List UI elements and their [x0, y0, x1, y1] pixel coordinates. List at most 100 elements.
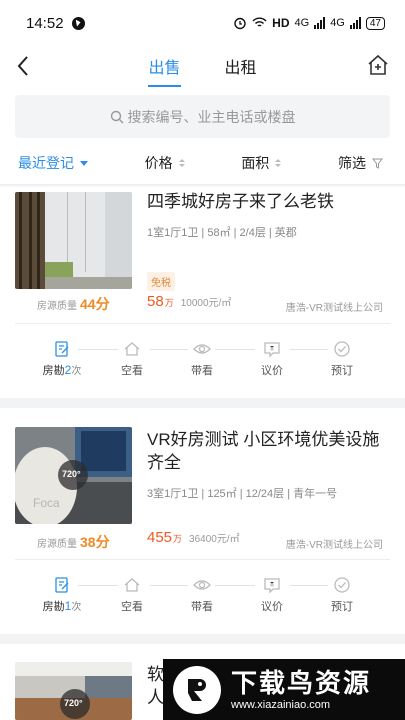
negotiate-label: 议价	[261, 365, 283, 377]
top-nav: 出售 出租	[0, 46, 405, 88]
search-input[interactable]: 搜索编号、业主电话或楼盘	[15, 95, 390, 138]
price-unit: 万	[173, 534, 183, 544]
tab-rent[interactable]: 出租	[225, 54, 257, 87]
check-circle-icon	[334, 341, 350, 357]
watermark-banner: 下载鸟资源 www.xiazainiao.com	[163, 659, 405, 720]
quality-score: 房源质量 38分	[37, 532, 110, 552]
price-chat-icon	[264, 342, 280, 358]
vr-720-badge: 720°	[62, 469, 81, 479]
sort-icon	[275, 159, 282, 167]
network-4g-2: 4G	[330, 17, 345, 29]
quality-score: 房源质量 44分	[37, 294, 110, 314]
listing-photo: 720°	[15, 662, 132, 720]
hd-indicator: HD	[272, 16, 290, 30]
funnel-icon	[371, 158, 383, 169]
svg-text:Foca: Foca	[33, 496, 60, 510]
filter-bar: 最近登记 价格 面积 筛选	[0, 148, 405, 178]
sort-icon	[178, 159, 185, 167]
unit-price: 36400元/㎡	[189, 534, 240, 545]
search-placeholder: 搜索编号、业主电话或楼盘	[127, 108, 296, 125]
survey-edit-icon	[55, 577, 69, 593]
action-view[interactable]: 空看	[102, 340, 162, 378]
tour-label: 带看	[191, 365, 213, 377]
listing-meta: 1室1厅1卫 | 58㎡ | 2/4层 | 英郡	[147, 227, 297, 239]
survey-suffix: 次	[71, 366, 82, 377]
survey-label: 房勘	[42, 601, 65, 613]
vr-720-badge: 720°	[64, 698, 83, 708]
bird-logo-icon	[173, 665, 221, 714]
listing-photo: Foca 720°	[15, 427, 132, 524]
listing-meta: 3室1厅1卫 | 125㎡ | 12/24层 | 青年一号	[147, 488, 338, 500]
action-tour[interactable]: 带看	[172, 340, 232, 378]
reserve-label: 预订	[331, 365, 353, 377]
status-bar: 14:52 HD 4G 4G 47	[0, 0, 405, 46]
card-separator	[0, 398, 405, 408]
filter-more-label: 筛选	[337, 155, 366, 171]
price-value: 455	[147, 529, 173, 546]
battery-icon: 47	[365, 16, 385, 30]
tab-sale[interactable]: 出售	[148, 54, 181, 87]
eye-icon	[193, 344, 211, 354]
action-view[interactable]: 空看	[102, 576, 162, 614]
survey-edit-icon	[55, 341, 69, 357]
divider	[15, 559, 390, 560]
unit-price: 10000元/㎡	[180, 298, 232, 309]
listing-price: 58 万 10000元/㎡	[147, 293, 231, 310]
listing-actions: 房勘2次 空看 带看 议价 预订	[0, 340, 405, 384]
action-negotiate[interactable]: 议价	[242, 340, 302, 378]
filter-shadow	[0, 184, 405, 188]
listing-title: 四季城好房子来了么老铁	[147, 192, 334, 211]
status-time: 14:52	[26, 14, 64, 32]
signal-icon-2	[349, 17, 361, 29]
check-circle-icon	[334, 577, 350, 593]
quality-value: 44分	[80, 296, 110, 312]
action-reserve[interactable]: 预订	[312, 576, 372, 614]
listing-title: VR好房测试 小区环境优美设施齐全	[147, 430, 380, 472]
listing-photo	[15, 192, 132, 289]
filter-price-label: 价格	[144, 155, 173, 171]
view-label: 空看	[121, 601, 143, 613]
action-negotiate[interactable]: 议价	[242, 576, 302, 614]
quality-value: 38分	[80, 534, 110, 550]
watermark-title: 下载鸟资源	[231, 667, 372, 698]
add-house-icon[interactable]	[366, 53, 390, 77]
alarm-icon	[234, 17, 246, 30]
filter-area-label: 面积	[241, 155, 270, 171]
divider	[15, 323, 390, 324]
tax-free-badge: 免税	[147, 272, 175, 291]
survey-label: 房勘	[42, 365, 65, 377]
quality-label: 房源质量	[37, 539, 77, 550]
filter-area[interactable]: 面积	[241, 153, 282, 173]
listing-actions: 房勘1次 空看 带看 议价 预订	[0, 576, 405, 620]
filter-price[interactable]: 价格	[145, 153, 185, 173]
card-separator	[0, 634, 405, 644]
survey-suffix: 次	[71, 602, 82, 613]
filter-recent[interactable]: 最近登记	[18, 153, 88, 173]
house-outline-icon	[124, 342, 140, 356]
tour-label: 带看	[191, 601, 213, 613]
house-outline-icon	[124, 578, 140, 592]
view-label: 空看	[121, 365, 143, 377]
action-survey[interactable]: 房勘2次	[32, 340, 92, 378]
app-notification-icon	[71, 16, 85, 30]
agent-info: 唐浩-VR测试线上公司	[285, 303, 383, 314]
filter-recent-label: 最近登记	[18, 155, 74, 171]
action-reserve[interactable]: 预订	[312, 340, 372, 378]
watermark-url: www.xiazainiao.com	[231, 698, 331, 711]
action-survey[interactable]: 房勘1次	[32, 576, 92, 614]
wifi-icon	[252, 17, 267, 27]
listing-price: 455 万 36400元/㎡	[147, 529, 240, 546]
search-icon	[110, 110, 123, 123]
reserve-label: 预订	[331, 601, 353, 613]
filter-more[interactable]: 筛选	[338, 153, 383, 173]
signal-icon	[314, 17, 326, 29]
price-value: 58	[147, 293, 164, 310]
price-unit: 万	[164, 298, 174, 308]
action-tour[interactable]: 带看	[172, 576, 232, 614]
negotiate-label: 议价	[261, 601, 283, 613]
eye-icon	[193, 580, 211, 590]
agent-info: 唐浩-VR测试线上公司	[285, 540, 383, 551]
chevron-down-icon	[80, 160, 88, 166]
network-4g-1: 4G	[294, 17, 310, 29]
quality-label: 房源质量	[37, 301, 77, 312]
